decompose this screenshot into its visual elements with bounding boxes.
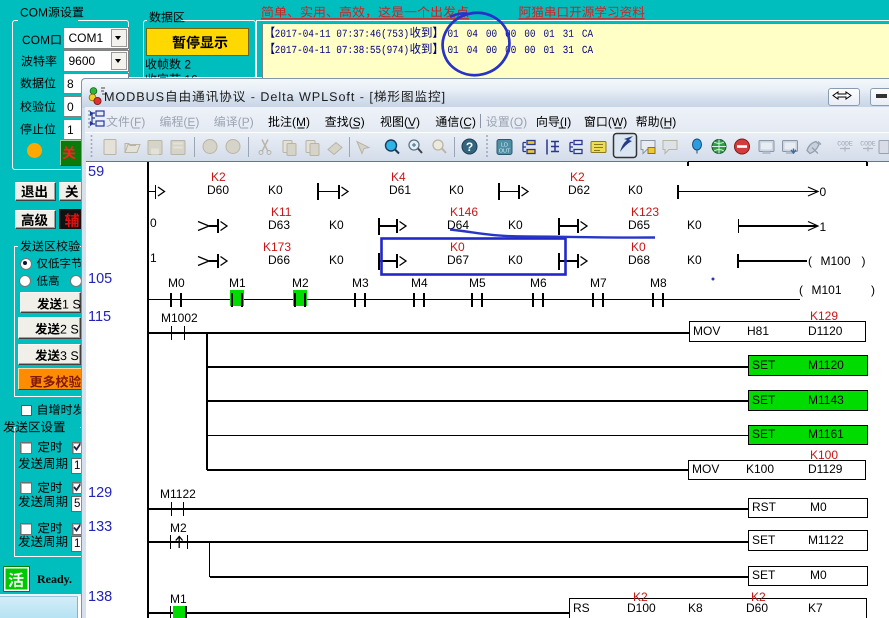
svg-text:?: ? (466, 140, 473, 154)
svg-text:CODE: CODE (860, 141, 876, 148)
svg-text:CODE: CODE (837, 141, 853, 148)
svg-text:OUT: OUT (499, 149, 511, 155)
